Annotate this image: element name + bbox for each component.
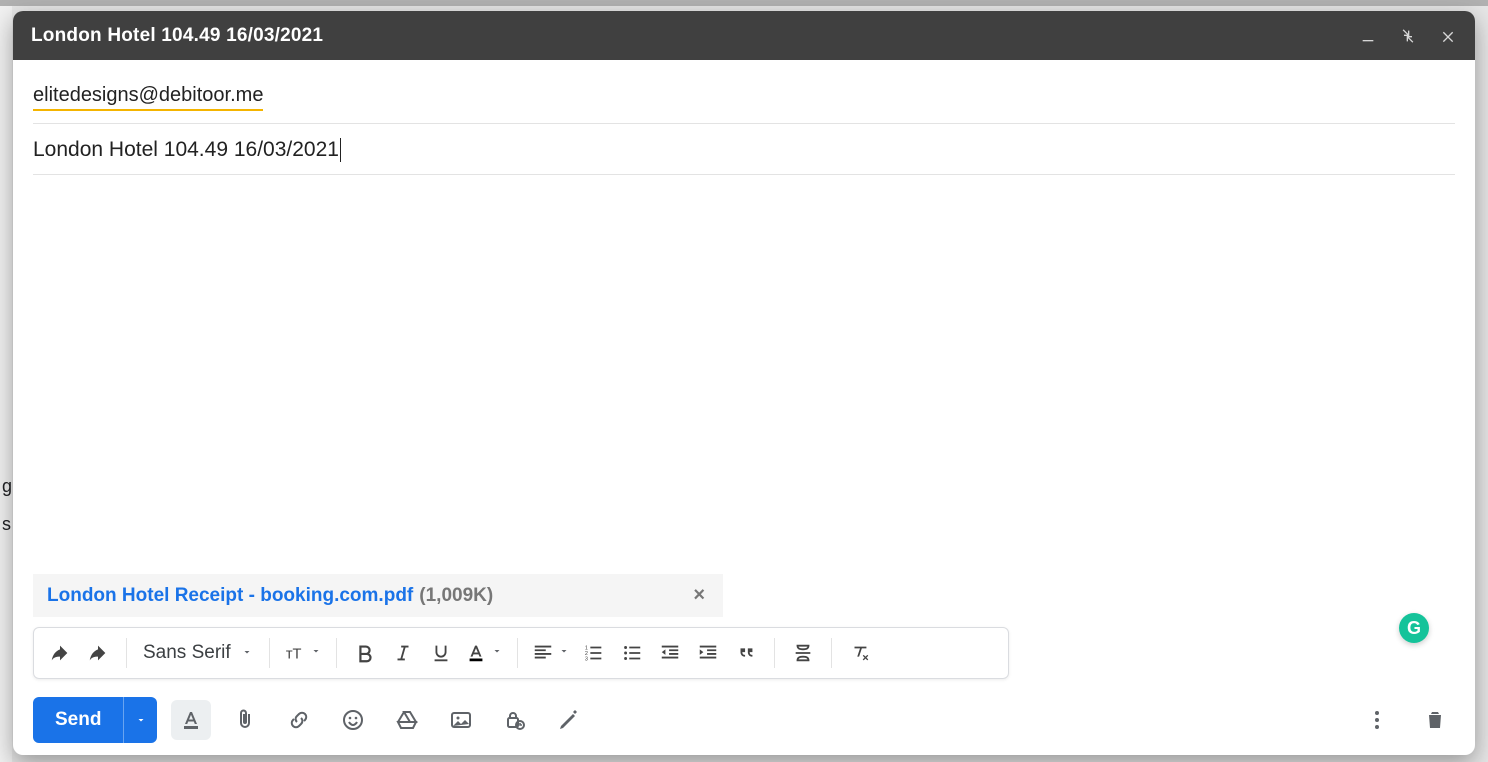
recipient-chip[interactable]: elitedesigns@debitoor.me: [33, 84, 263, 111]
link-icon: [287, 708, 311, 732]
grammarly-badge[interactable]: G: [1399, 613, 1429, 643]
align-button[interactable]: [528, 635, 574, 671]
bold-icon: [354, 642, 376, 664]
redo-icon: [87, 642, 109, 664]
bold-button[interactable]: [347, 635, 383, 671]
formatting-toggle-button[interactable]: [171, 700, 211, 740]
close-button[interactable]: [1439, 27, 1457, 45]
attachment-remove-button[interactable]: ×: [689, 584, 709, 607]
exit-fullscreen-button[interactable]: [1399, 27, 1417, 45]
align-icon: [532, 642, 554, 664]
confidential-mode-button[interactable]: [495, 700, 535, 740]
background-app-strip: [0, 0, 1488, 6]
minimize-icon: [1360, 28, 1376, 44]
drive-icon: [395, 708, 419, 732]
remove-format-icon: [849, 642, 871, 664]
underline-button[interactable]: [423, 635, 459, 671]
window-controls: [1359, 27, 1457, 45]
trash-icon: [1423, 708, 1447, 732]
font-family-label: Sans Serif: [143, 642, 231, 664]
italic-icon: [392, 642, 414, 664]
send-options-button[interactable]: [123, 697, 157, 743]
insert-drive-button[interactable]: [387, 700, 427, 740]
chevron-down-icon: [241, 642, 253, 664]
strikethrough-icon: [792, 642, 814, 664]
indent-less-button[interactable]: [652, 635, 688, 671]
font-family-picker[interactable]: Sans Serif: [137, 642, 259, 664]
compose-titlebar: London Hotel 104.49 16/03/2021: [13, 11, 1475, 60]
indent-less-icon: [659, 642, 681, 664]
bottom-action-bar: Send: [13, 689, 1475, 755]
minimize-button[interactable]: [1359, 27, 1377, 45]
underline-icon: [430, 642, 452, 664]
insert-photo-button[interactable]: [441, 700, 481, 740]
text-format-icon: [179, 708, 203, 732]
undo-button[interactable]: [42, 635, 78, 671]
collapse-icon: [1400, 28, 1416, 44]
right-actions: [1357, 700, 1455, 740]
send-button[interactable]: Send: [33, 697, 123, 743]
redo-button[interactable]: [80, 635, 116, 671]
paperclip-icon: [233, 708, 257, 732]
remove-formatting-button[interactable]: [842, 635, 878, 671]
lock-clock-icon: [503, 708, 527, 732]
header-fields: elitedesigns@debitoor.me London Hotel 10…: [13, 60, 1475, 175]
numbered-list-icon: 123: [583, 642, 605, 664]
grammarly-glyph: G: [1407, 618, 1421, 639]
chevron-down-icon: [310, 644, 322, 662]
discard-draft-button[interactable]: [1415, 700, 1455, 740]
emoji-icon: [341, 708, 365, 732]
compose-title: London Hotel 104.49 16/03/2021: [31, 25, 323, 47]
pen-icon: [557, 708, 581, 732]
indent-more-button[interactable]: [690, 635, 726, 671]
attach-file-button[interactable]: [225, 700, 265, 740]
text-caret: [340, 138, 341, 162]
quote-icon: [735, 642, 757, 664]
italic-button[interactable]: [385, 635, 421, 671]
send-button-group: Send: [33, 697, 157, 743]
font-size-picker[interactable]: тT: [280, 635, 326, 671]
attachment-size: (1,009K): [419, 585, 493, 607]
subject-row[interactable]: London Hotel 104.49 16/03/2021: [33, 124, 1455, 175]
quote-button[interactable]: [728, 635, 764, 671]
close-icon: [1440, 28, 1456, 44]
text-color-icon: [465, 642, 487, 664]
to-row[interactable]: elitedesigns@debitoor.me: [33, 74, 1455, 124]
attachments-zone: London Hotel Receipt - booking.com.pdf (…: [13, 574, 1475, 621]
strikethrough-button[interactable]: [785, 635, 821, 671]
left-actions: Send: [33, 697, 589, 743]
insert-emoji-button[interactable]: [333, 700, 373, 740]
bulleted-list-button[interactable]: [614, 635, 650, 671]
numbered-list-button[interactable]: 123: [576, 635, 612, 671]
svg-text:тT: тT: [285, 647, 301, 663]
compose-body[interactable]: [13, 175, 1475, 574]
more-options-button[interactable]: [1357, 700, 1397, 740]
insert-link-button[interactable]: [279, 700, 319, 740]
chevron-down-icon: [135, 714, 147, 726]
subject-text[interactable]: London Hotel 104.49 16/03/2021: [33, 138, 339, 162]
image-icon: [449, 708, 473, 732]
attachment-filename: London Hotel Receipt - booking.com.pdf: [47, 585, 413, 607]
background-left-peek: g s: [0, 6, 12, 762]
bulleted-list-icon: [621, 642, 643, 664]
more-vert-icon: [1365, 708, 1389, 732]
compose-window: London Hotel 104.49 16/03/2021 elitedesi…: [13, 11, 1475, 755]
indent-more-icon: [697, 642, 719, 664]
text-color-button[interactable]: [461, 635, 507, 671]
svg-text:3: 3: [584, 656, 587, 662]
attachment-chip[interactable]: London Hotel Receipt - booking.com.pdf (…: [33, 574, 723, 617]
chevron-down-icon: [491, 644, 503, 662]
undo-icon: [49, 642, 71, 664]
insert-signature-button[interactable]: [549, 700, 589, 740]
chevron-down-icon: [558, 644, 570, 662]
font-size-icon: тT: [284, 642, 306, 664]
formatting-toolbar: Sans Serif тT 123: [33, 627, 1009, 679]
